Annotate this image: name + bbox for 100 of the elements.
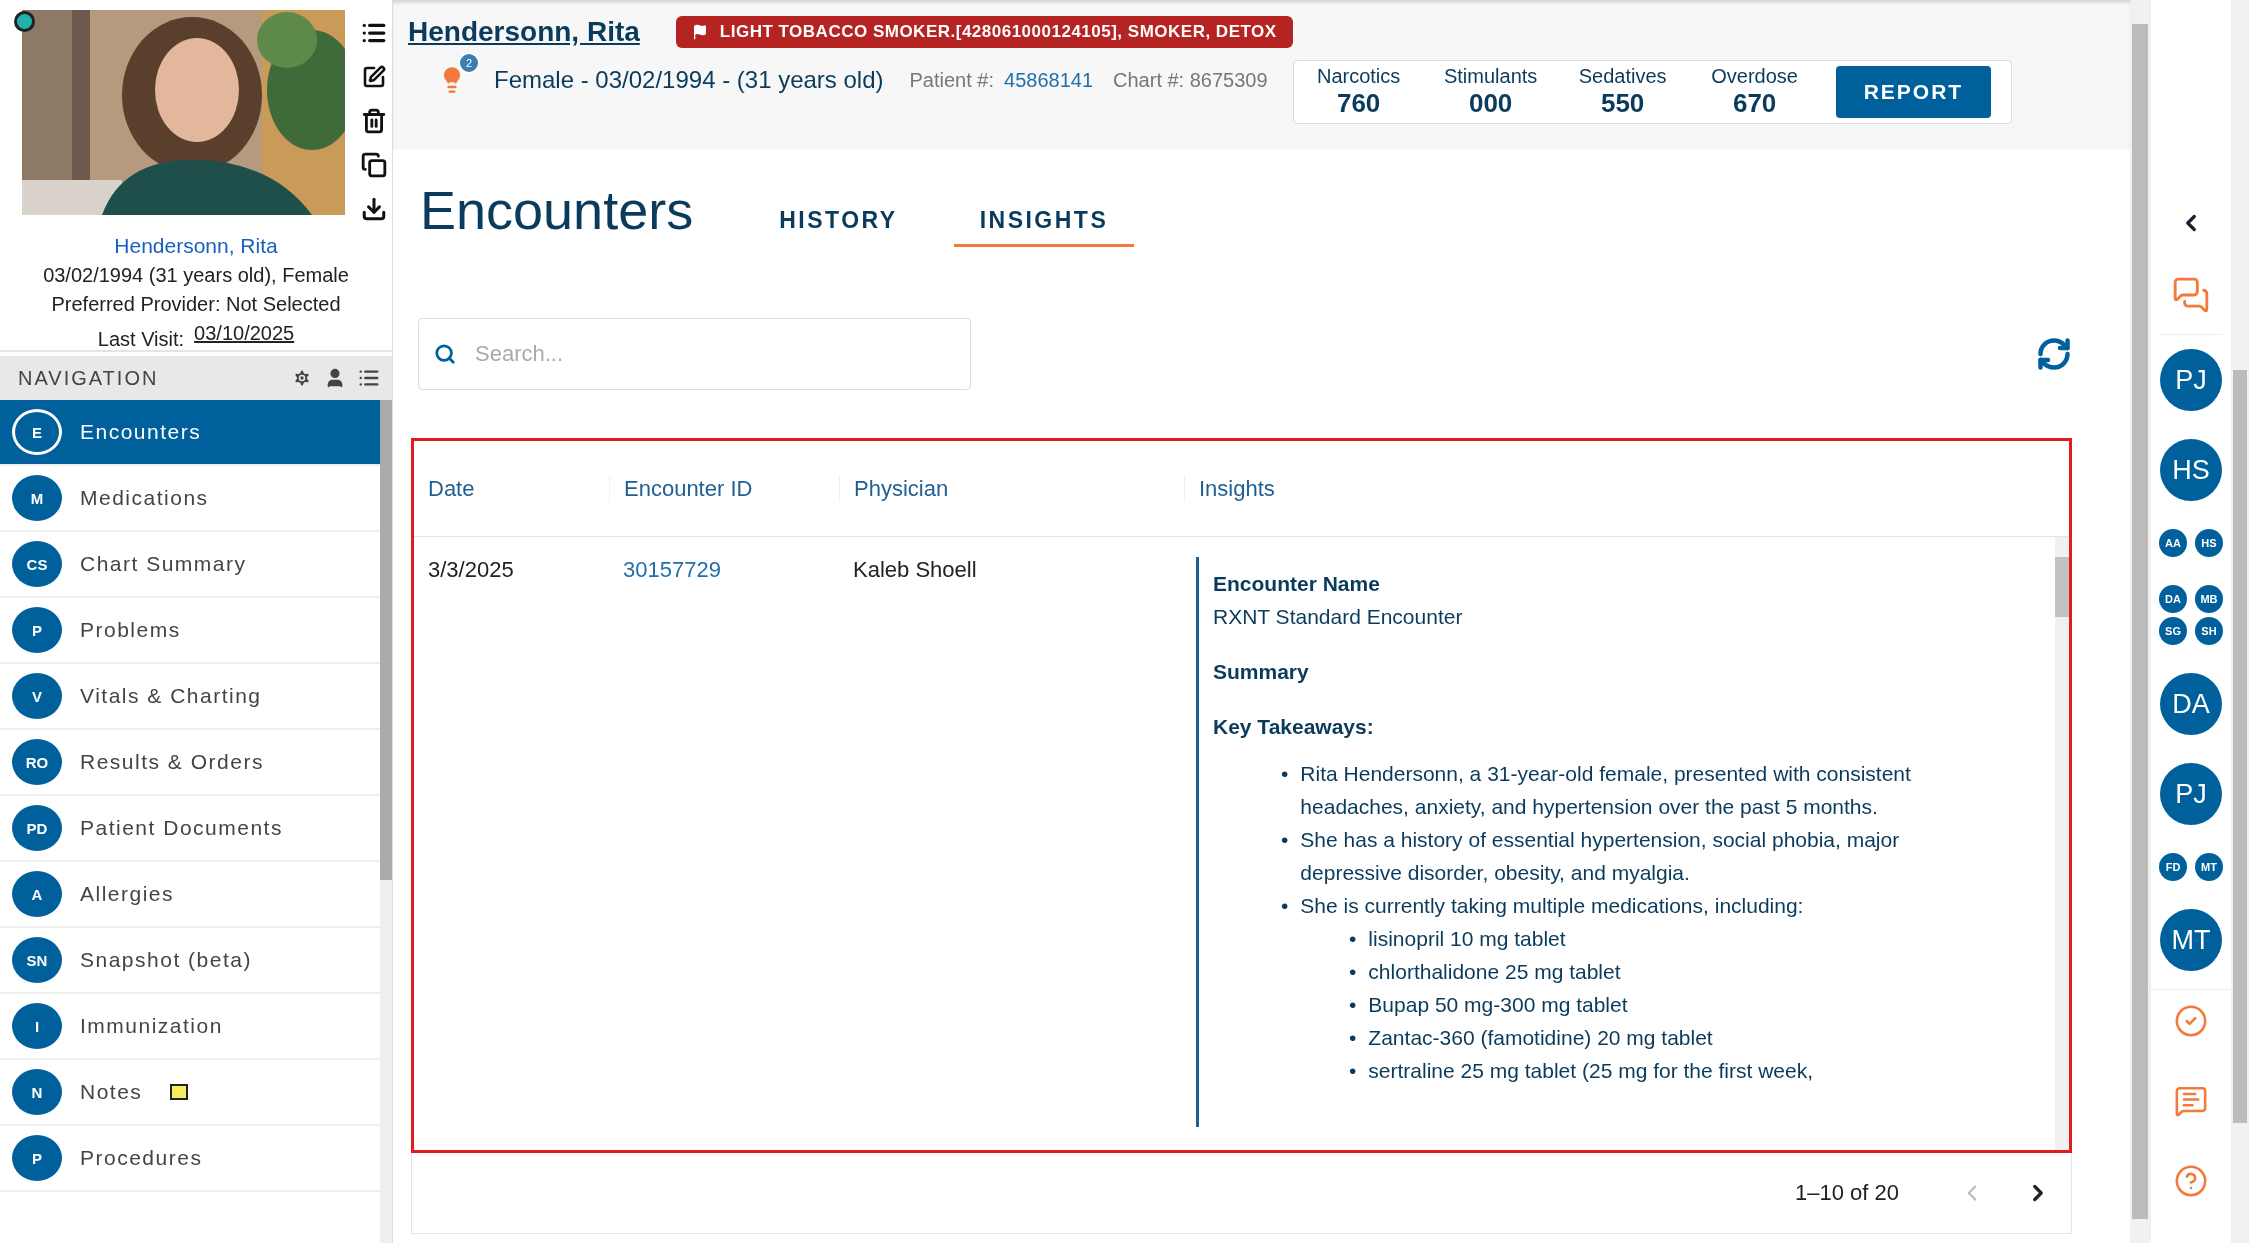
user-avatar[interactable]: MT <box>2160 909 2222 971</box>
stat-value: 550 <box>1600 88 1645 119</box>
nav-label: Problems <box>80 618 181 642</box>
navigation-title: NAVIGATION <box>18 366 160 390</box>
bullet-icon: • <box>1349 1021 1357 1054</box>
patient-number-link[interactable]: 45868141 <box>1004 68 1094 92</box>
bullet-icon: • <box>1281 823 1289 889</box>
initials-badge: N <box>12 1069 62 1115</box>
user-avatar[interactable]: HS <box>2160 439 2222 501</box>
report-button[interactable]: REPORT <box>1835 66 1992 118</box>
bullet-text: Rita Hendersonn, a 31-year-old female, presented with consistent headaches, anxiety, and hypertension over the past 5 months. <box>1300 761 1912 820</box>
search-field[interactable]: Search... <box>418 318 971 390</box>
last-visit-label: Last Visit: <box>97 328 185 351</box>
date-cell-text: 3/3/2025 <box>427 556 515 584</box>
scrollbar-thumb[interactable] <box>2132 24 2148 1219</box>
bullet-text: She has a history of essential hypertension, social phobia, major depressive disorder, obesity, and myalgia. <box>1300 827 1901 886</box>
initials-badge: SN <box>12 937 62 983</box>
user-avatar[interactable]: DA <box>2160 673 2222 735</box>
column-header[interactable]: Encounter ID <box>609 475 839 502</box>
initials-badge: I <box>12 1003 62 1049</box>
initials-badge: CS <box>12 541 62 587</box>
bullet-text: lisinopril 10 mg tablet <box>1368 926 1566 952</box>
stat-label: Overdose <box>1711 65 1798 88</box>
initials-badge: E <box>12 409 62 455</box>
bullet-text: chlorthalidone 25 mg tablet <box>1368 959 1621 985</box>
message-icon[interactable] <box>2174 1084 2208 1118</box>
nav-label: Vitals & Charting <box>80 684 262 708</box>
page-range: 1–10 of 20 <box>1795 1180 1899 1206</box>
initials-badge: P <box>12 1135 62 1181</box>
nav-label: Chart Summary <box>80 552 247 576</box>
user-avatar[interactable]: HS <box>2195 529 2223 557</box>
stat-label: Stimulants <box>1443 65 1538 88</box>
user-avatar[interactable]: PJ <box>2160 763 2222 825</box>
patient-details: 03/02/1994 (31 years old), Female <box>43 264 349 287</box>
nav-label: Medications <box>80 486 209 510</box>
flag-badge: LIGHT TOBACCO SMOKER.[428061000124105], SMOKER, DETOX <box>675 16 1293 48</box>
copy-icon[interactable] <box>359 150 389 180</box>
last-visit-link[interactable]: 03/10/2025 <box>194 322 295 351</box>
bullet-icon: • <box>1349 1054 1357 1087</box>
chart-number: Chart #: 8675309 <box>1113 68 1268 92</box>
scrollbar-thumb[interactable] <box>2233 370 2247 1123</box>
chat-icon[interactable] <box>2172 276 2210 314</box>
nav-label: Procedures <box>80 1146 203 1170</box>
initials-badge: V <box>12 673 62 719</box>
initials-badge: A <box>12 871 62 917</box>
stat-value: 670 <box>1732 88 1777 119</box>
preferred-provider: Preferred Provider: Not Selected <box>51 293 341 316</box>
column-header[interactable]: Physician <box>839 475 1184 502</box>
demographics: Female - 03/02/1994 - (31 years old) <box>494 66 884 94</box>
nav-label: Snapshot (beta) <box>80 948 252 972</box>
user-avatar[interactable]: FD <box>2159 853 2187 881</box>
bullet-text: Zantac-360 (famotidine) 20 mg tablet <box>1368 1025 1713 1051</box>
user-avatar[interactable]: PJ <box>2160 349 2222 411</box>
user-avatar[interactable]: MB <box>2195 585 2223 613</box>
nav-item[interactable]: E Encounters <box>0 400 381 466</box>
bullet-icon: • <box>1349 955 1357 988</box>
bullet-icon: • <box>1349 922 1357 955</box>
initials-badge: P <box>12 607 62 653</box>
nav-label: Encounters <box>80 420 202 444</box>
user-avatar[interactable]: SH <box>2195 617 2223 645</box>
column-header[interactable]: Insights <box>1184 475 2069 502</box>
section-heading: Summary <box>1213 659 1310 685</box>
encounter-id-link[interactable]: 30157729 <box>623 557 721 582</box>
nav-label: Immunization <box>80 1014 223 1038</box>
stat-value: 760 <box>1336 88 1381 119</box>
bullet-text: She is currently taking multiple medications, including: <box>1300 893 1804 919</box>
section-heading: Encounter Name <box>1213 571 1381 597</box>
list-icon[interactable] <box>358 367 380 389</box>
section-text: RXNT Standard Encounter <box>1213 604 1464 630</box>
column-header[interactable]: Date <box>414 475 609 502</box>
initials-badge: RO <box>12 739 62 785</box>
stat-value: 000 <box>1468 88 1513 119</box>
user-avatar[interactable]: SG <box>2159 617 2187 645</box>
nav-label: Allergies <box>80 882 175 906</box>
user-avatar[interactable]: MT <box>2195 853 2223 881</box>
tab[interactable]: INSIGHTS <box>953 197 1135 247</box>
scrollbar-thumb[interactable] <box>2055 557 2069 617</box>
help-icon[interactable] <box>2174 1164 2208 1198</box>
patient-name-link[interactable]: Hendersonn, Rita <box>408 16 648 48</box>
scrollbar-thumb[interactable] <box>380 400 392 880</box>
bullet-text: Bupap 50 mg-300 mg tablet <box>1368 992 1628 1018</box>
nav-label: Results & Orders <box>80 750 264 774</box>
nav-label: Patient Documents <box>80 816 283 840</box>
tab[interactable]: HISTORY <box>753 197 924 247</box>
physician-cell-text: Kaleb Shoell <box>852 556 978 584</box>
search-icon <box>434 343 456 365</box>
stat-label: Narcotics <box>1316 65 1401 88</box>
initials-badge: M <box>12 475 62 521</box>
nav-label: Notes <box>80 1080 143 1104</box>
patient-name-link[interactable]: Hendersonn, Rita <box>114 234 278 258</box>
check-circle-icon[interactable] <box>2174 1004 2208 1038</box>
bullet-text: sertraline 25 mg tablet (25 mg for the first week, <box>1368 1058 1814 1084</box>
settings-icon[interactable] <box>292 368 312 388</box>
bullet-icon: • <box>1281 757 1289 823</box>
user-avatar[interactable]: AA <box>2159 529 2187 557</box>
refresh-icon[interactable] <box>2036 336 2072 372</box>
bullet-icon: • <box>1281 889 1289 922</box>
page-title: Encounters <box>420 179 694 241</box>
initials-badge: PD <box>12 805 62 851</box>
user-avatar[interactable]: DA <box>2159 585 2187 613</box>
